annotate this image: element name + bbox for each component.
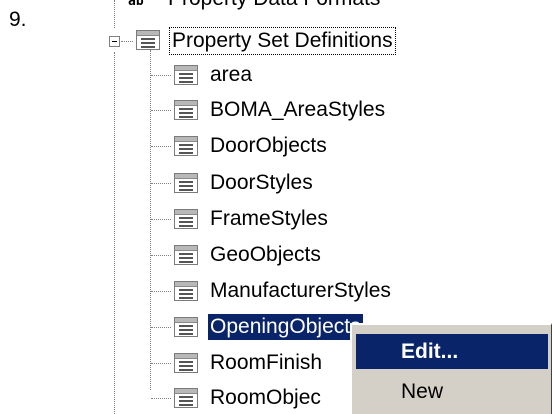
tree-connector-line xyxy=(151,291,171,292)
tree-item-geoobjects[interactable]: GeoObjects xyxy=(208,242,323,268)
list-icon xyxy=(174,353,198,373)
tree-connector-line xyxy=(114,0,115,28)
menu-item-new[interactable]: New xyxy=(356,374,548,409)
tree-item-openingobjects[interactable]: OpeningObjects xyxy=(208,314,363,340)
tree-item-property-set-definitions[interactable]: Property Set Definitions xyxy=(169,27,396,55)
list-icon xyxy=(174,173,198,193)
tree-connector-line xyxy=(114,52,115,414)
tree-item-manufacturerstyles[interactable]: ManufacturerStyles xyxy=(208,278,393,304)
menu-item-edit[interactable]: Edit... xyxy=(356,334,548,369)
tree-connector-line xyxy=(151,398,171,399)
tree-connector-line xyxy=(151,110,171,111)
tree-connector-line xyxy=(151,255,171,256)
tree-item-framestyles[interactable]: FrameStyles xyxy=(208,206,330,232)
tree-item-roomobjects[interactable]: RoomObjec xyxy=(208,385,323,411)
list-icon xyxy=(174,388,198,408)
list-icon xyxy=(174,317,198,337)
list-icon xyxy=(174,100,198,120)
tree-item-doorstyles[interactable]: DoorStyles xyxy=(208,170,315,196)
tree-item-property-data-formats[interactable]: Property Data Formats xyxy=(168,0,380,12)
list-icon xyxy=(174,65,198,85)
list-icon xyxy=(174,245,198,265)
tree-connector-line xyxy=(151,363,171,364)
collapse-toggle[interactable] xyxy=(109,36,120,47)
tree-connector-line xyxy=(151,146,171,147)
context-menu: Edit... New xyxy=(350,323,552,414)
list-icon xyxy=(174,209,198,229)
tree-item-roomfinish[interactable]: RoomFinish xyxy=(208,350,324,376)
tree-item-doorobjects[interactable]: DoorObjects xyxy=(208,133,329,159)
list-icon xyxy=(136,30,160,50)
list-icon xyxy=(174,136,198,156)
list-icon xyxy=(174,281,198,301)
data-format-icon: ab xyxy=(128,0,144,9)
tree-item-area[interactable]: area xyxy=(208,62,254,88)
tree-connector-line xyxy=(151,219,171,220)
tree-connector-line xyxy=(151,327,171,328)
tree-connector-line xyxy=(151,183,171,184)
tree-item-boma-areastyles[interactable]: BOMA_AreaStyles xyxy=(208,97,387,123)
tree-connector-line xyxy=(151,75,171,76)
tree-connector-line xyxy=(121,41,133,42)
tree-connector-line xyxy=(150,50,151,390)
